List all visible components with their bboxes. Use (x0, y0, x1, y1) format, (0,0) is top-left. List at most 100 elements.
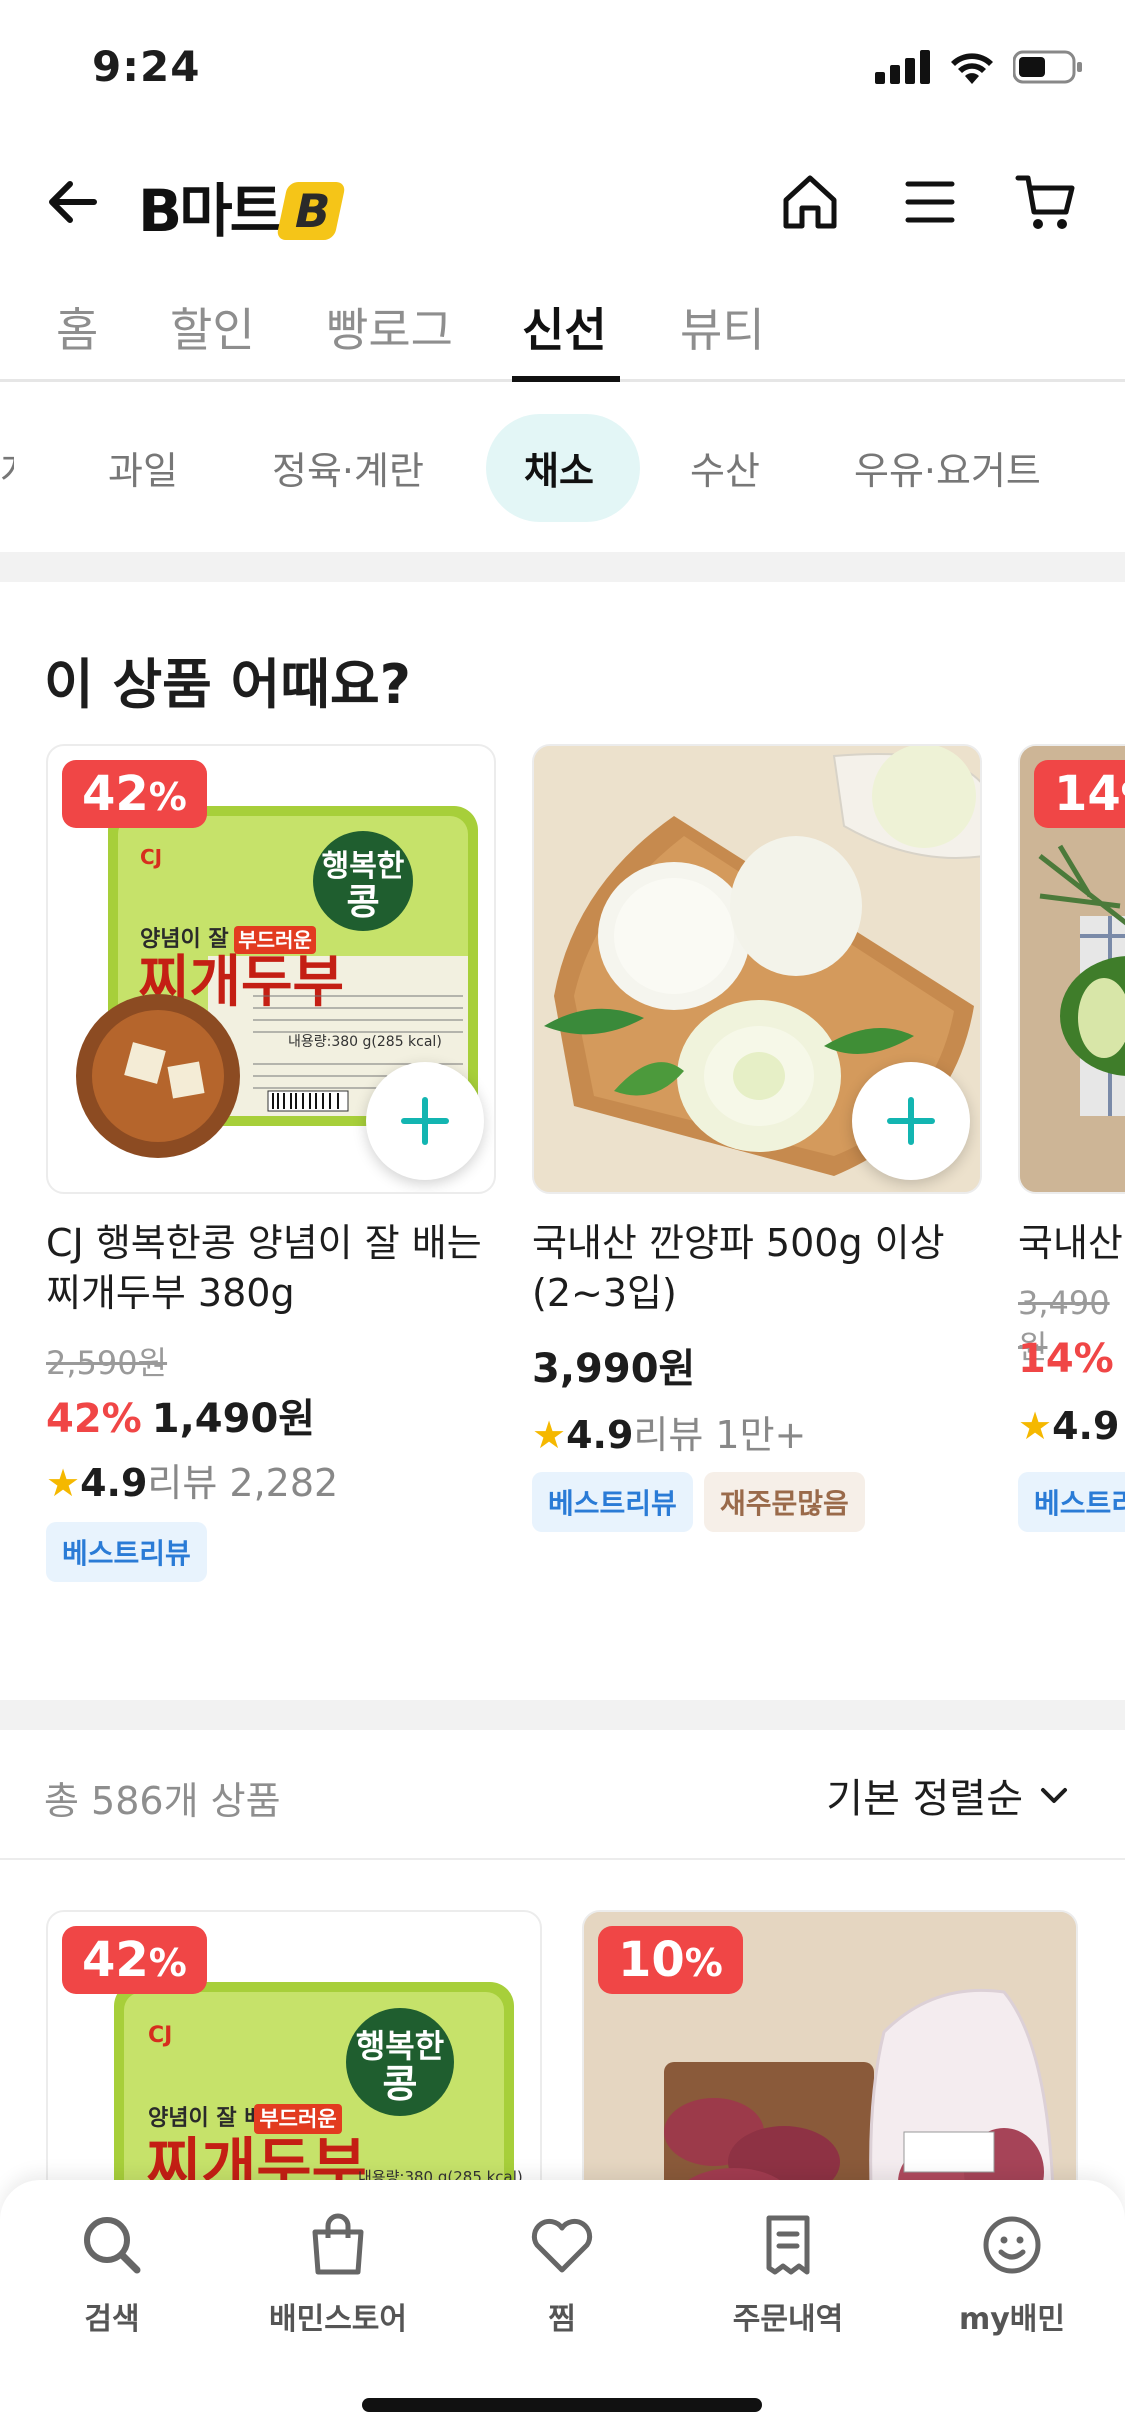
tab-home[interactable]: 홈 (56, 294, 98, 360)
add-to-cart-button[interactable] (366, 1062, 484, 1180)
sale-price: 3,990원 (532, 1346, 696, 1392)
tofu-brand-text: 행복한 (356, 2027, 444, 2065)
review-label: 리뷰 (633, 1413, 704, 1457)
subcat-seafood[interactable]: 수산 (690, 440, 760, 495)
star-icon: ★ (532, 1413, 567, 1457)
rating-value: 4.9 (1052, 1404, 1120, 1448)
sort-label: 기본 정렬순 (826, 1776, 1023, 1822)
subcat-overflow-left: 계 (0, 440, 14, 484)
rating-value: 4.9 (566, 1413, 634, 1457)
back-arrow-icon[interactable] (44, 172, 104, 232)
signal-icon (875, 50, 930, 84)
status-icons (875, 50, 1083, 84)
smiley-face-icon (983, 2216, 1041, 2274)
rating-value: 4.9 (80, 1461, 148, 1505)
tofu-tag-text: 부드러운 (238, 928, 312, 952)
review-count: 1만+ (715, 1413, 807, 1457)
main-tabs: 홈 할인 빵로그 신선 뷰티 (0, 280, 1125, 382)
home-indicator (362, 2398, 762, 2412)
list-toolbar: 총 586개 상품 기본 정렬순 (0, 1730, 1125, 1860)
product-card[interactable]: 10% (582, 1910, 1078, 2240)
chevron-down-icon (1041, 1788, 1067, 1803)
brand-logo[interactable]: B마트 B (138, 164, 347, 248)
review-summary: ★4.9 (1018, 1404, 1119, 1448)
nav-baemin-store[interactable]: 배민스토어 (238, 2210, 438, 2338)
subcat-vegetable[interactable]: 채소 (524, 440, 594, 495)
app-header: B마트 B (0, 150, 1125, 250)
product-name: 국내산 깐양파 500g 이상 (2~3입) (532, 1221, 945, 1315)
subcat-meat-egg[interactable]: 정육·계란 (272, 440, 424, 495)
search-icon (84, 2217, 141, 2274)
subcat-fruit[interactable]: 과일 (108, 440, 178, 495)
star-icon: ★ (46, 1461, 81, 1505)
subcat-milk-yogurt[interactable]: 우유·요거트 (854, 440, 1041, 495)
tofu-brand-text-2: 콩 (346, 882, 379, 923)
sort-dropdown[interactable]: 기본 정렬순 (826, 1766, 1071, 1824)
sale-price: 1,490원 (151, 1396, 316, 1442)
cj-logo-text: CJ (140, 845, 162, 869)
shopping-bag-icon (312, 2213, 364, 2275)
status-bar: 9:24 (0, 0, 1125, 140)
discount-rate: 42% (46, 1396, 142, 1442)
tag-best-review: 베스트리뷰 (532, 1472, 693, 1532)
discount-rate: 14% (1018, 1336, 1114, 1382)
nav-baemin-store-label: 배민스토어 (269, 2302, 407, 2337)
original-price: 2,590원 (46, 1344, 168, 1382)
tofu-weight-text: 내용량:380 g(285 kcal) (288, 1034, 442, 1050)
cj-logo-text: CJ (148, 2023, 172, 2048)
product-image (532, 744, 982, 1194)
sub-category-bar: 계 과일 정육·계란 채소 수산 우유·요거트 (0, 410, 1125, 522)
discount-badge: 42% (62, 760, 207, 828)
review-summary: ★4.9리뷰 1만+ (532, 1404, 806, 1459)
active-tab-indicator (512, 376, 620, 382)
product-card[interactable]: 국내산 깐양파 500g 이상 (2~3입) 3,990원 ★4.9리뷰 1만+… (532, 744, 992, 1604)
nav-my-baemin-label: my배민 (958, 2302, 1065, 2337)
price-row: 42% 1,490원 (46, 1386, 315, 1444)
product-name: 국내산 (1018, 1221, 1123, 1265)
review-count: 2,282 (229, 1461, 339, 1505)
receipt-icon (766, 2215, 810, 2275)
tofu-brand-text-2: 콩 (383, 2062, 418, 2106)
battery-icon (1013, 50, 1082, 84)
product-card[interactable]: 행복한 콩 CJ 양념이 잘 배는 부드러운 찌개두부 내용량:380 g(28… (46, 1910, 542, 2240)
star-icon: ★ (1018, 1404, 1053, 1448)
tab-beauty[interactable]: 뷰티 (680, 294, 765, 360)
review-summary: ★4.9리뷰 2,282 (46, 1452, 338, 1507)
total-product-count: 총 586개 상품 (44, 1779, 281, 1823)
product-card[interactable]: 14% 국내산 3,490원 14% ★4.9 베스트리 (1018, 744, 1125, 1604)
tag-reorder: 재주문많음 (704, 1472, 865, 1532)
nav-my-baemin[interactable]: my배민 (912, 2210, 1112, 2338)
tag-best-review: 베스트리뷰 (46, 1522, 207, 1582)
nav-order-history[interactable]: 주문내역 (688, 2210, 888, 2338)
cart-icon[interactable] (1014, 170, 1078, 234)
heart-icon (531, 2218, 593, 2273)
section-divider (0, 1700, 1125, 1730)
nav-search-label: 검색 (84, 2302, 140, 2337)
status-time: 9:24 (92, 42, 201, 91)
nav-search[interactable]: 검색 (12, 2210, 212, 2338)
section-title: 이 상품 어때요? (44, 653, 412, 716)
home-icon[interactable] (778, 170, 842, 234)
discount-badge: 10% (598, 1926, 743, 1994)
menu-icon[interactable] (898, 170, 962, 234)
tab-fresh[interactable]: 신선 (522, 294, 607, 360)
product-image: 14% (1018, 744, 1125, 1194)
nav-order-history-label: 주문내역 (732, 2302, 844, 2337)
nav-wishlist-label: 찜 (548, 2302, 576, 2337)
price-row: 14% (1018, 1336, 1124, 1382)
nav-wishlist[interactable]: 찜 (462, 2210, 662, 2338)
product-image: 행복한 콩 양념이 잘 배는 부드러운 찌개두부 CJ 내용량:380 g(28… (46, 744, 496, 1194)
section-divider (0, 552, 1125, 582)
price-row: 3,990원 (532, 1336, 695, 1394)
wifi-icon (951, 53, 993, 84)
discount-badge: 42% (62, 1926, 207, 1994)
tofu-tag-text: 부드러운 (259, 2107, 336, 2131)
tab-discount[interactable]: 할인 (170, 294, 255, 360)
tag-best-review: 베스트리 (1018, 1472, 1125, 1532)
add-to-cart-button[interactable] (852, 1062, 970, 1180)
product-card[interactable]: 행복한 콩 양념이 잘 배는 부드러운 찌개두부 CJ 내용량:380 g(28… (46, 744, 506, 1604)
product-name: CJ 행복한콩 양념이 잘 배는찌개두부 380g (46, 1221, 482, 1315)
tab-bread-log[interactable]: 빵로그 (326, 294, 453, 360)
review-label: 리뷰 (147, 1461, 218, 1505)
tofu-brand-text: 행복한 (322, 849, 405, 884)
